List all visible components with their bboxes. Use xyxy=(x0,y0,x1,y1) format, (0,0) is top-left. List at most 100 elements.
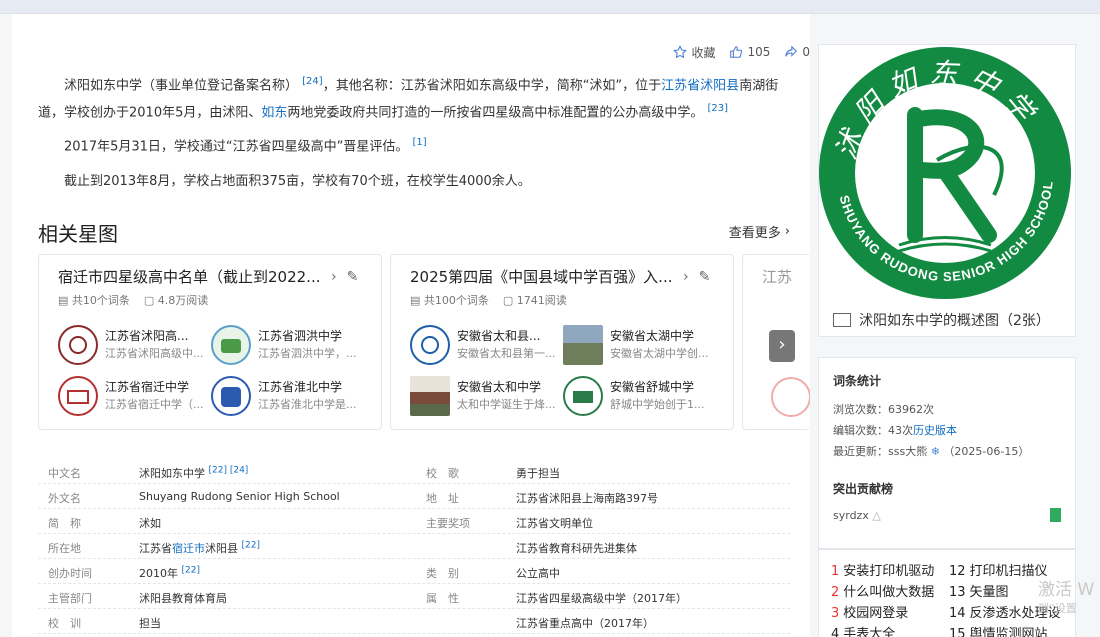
list-item[interactable]: 安徽省太湖中学 安徽省太湖中学创... xyxy=(563,325,713,365)
like-button[interactable]: 105 xyxy=(729,45,770,59)
image-icon xyxy=(833,313,851,327)
share-count: 0 xyxy=(802,45,810,59)
link-shuyang-county[interactable]: 江苏省沭阳县 xyxy=(661,78,739,93)
paragraph-evaluation: 2017年5月31日，学校通过“江苏省四星级高中”晋星评估。 [1] xyxy=(38,131,790,158)
activation-watermark: 激活 W xyxy=(1038,580,1095,600)
pic-label-text: 沭阳如东中学的概述图（2张） xyxy=(859,313,1050,329)
paragraph-stats: 截止到2013年8月，学校占地面积375亩，学校有70个班，在校学生4000余人… xyxy=(38,170,790,193)
like-count: 105 xyxy=(747,45,771,59)
citation-24[interactable]: [24] xyxy=(302,76,323,87)
collect-button[interactable]: 收藏 xyxy=(673,44,715,61)
last-updated: 最近更新：sss大熊 ❄ （2025-06-15） xyxy=(833,445,1030,458)
activation-watermark-sub: 到“设置 xyxy=(1038,602,1077,615)
info-value: 沭如 xyxy=(139,517,161,530)
star-map-card-3[interactable]: 江苏 › xyxy=(742,254,810,430)
item-desc: 舒城中学始创于1... xyxy=(610,398,705,411)
item-desc: 安徽省太湖中学创... xyxy=(610,347,709,360)
list-item[interactable]: 13 矢量图 xyxy=(949,581,1009,600)
card-meta: ▤ 共10个词条 ▢ 4.8万阅读 xyxy=(58,292,208,308)
item-desc: 江苏省淮北中学是... xyxy=(258,398,357,411)
item-name: 安徽省太和县... xyxy=(457,329,541,343)
citation[interactable]: [22] [24] xyxy=(209,465,249,475)
item-desc: 江苏省泗洪中学，... xyxy=(258,347,357,360)
overview-image-box[interactable]: 沭阳如东中学 SHUYANG RUDONG SENIOR HIGH SCHOOL… xyxy=(818,44,1076,337)
item-name: 江苏省淮北中学 xyxy=(258,380,343,394)
share-icon xyxy=(785,45,798,57)
intro-text-2: ，其他名称：江苏省沭阳如东高级中学，简称“沭如”，位于 xyxy=(322,78,662,94)
card-title[interactable]: 2025第四届《中国县域中学百强》入... xyxy=(410,266,672,287)
item-desc: 太和中学诞生于烽... xyxy=(457,398,556,411)
history-version-link[interactable]: 历史版本 xyxy=(913,424,957,437)
info-value: 沭阳如东中学 [22] [24] xyxy=(139,465,249,480)
school-logo-image[interactable]: 沭阳如东中学 SHUYANG RUDONG SENIOR HIGH SCHOOL xyxy=(819,45,1077,300)
item-desc: 江苏省宿迁中学（... xyxy=(105,398,204,411)
citation-23[interactable]: [23] xyxy=(708,103,729,114)
info-label: 地 址 xyxy=(426,492,459,505)
card-title[interactable]: 宿迁市四星级高中名单（截止到2022... xyxy=(58,266,320,287)
chevron-right-icon[interactable]: › xyxy=(331,269,337,285)
info-value: Shuyang Rudong Senior High School xyxy=(139,490,340,503)
contributor-name[interactable]: syrdzx △ xyxy=(833,509,881,522)
info-value: 2010年 [22] xyxy=(139,565,200,580)
school-logo xyxy=(58,376,98,416)
info-label: 主管部门 xyxy=(48,592,92,605)
list-item[interactable]: 12 打印机扫描仪 xyxy=(949,560,1048,579)
list-item[interactable]: 安徽省太和中学 太和中学诞生于烽... xyxy=(410,376,560,416)
view-count: 浏览次数：63962次 xyxy=(833,403,934,416)
star-map-card-1[interactable]: 宿迁市四星级高中名单（截止到2022... › ✎ ▤ 共10个词条 ▢ 4.8… xyxy=(38,254,382,430)
related-section-title: 相关星图 xyxy=(38,222,118,246)
collect-label: 收藏 xyxy=(691,45,716,60)
school-photo xyxy=(563,325,603,365)
info-value: 江苏省宿迁市沭阳县 [22] xyxy=(139,540,260,555)
list-item[interactable]: 江苏省淮北中学 江苏省淮北中学是... xyxy=(211,376,361,416)
list-item[interactable]: 2 什么叫做大数据 xyxy=(831,581,934,600)
list-item[interactable]: 15 舆情监测网站 xyxy=(949,623,1048,637)
info-label: 简 称 xyxy=(48,517,81,530)
link-education-bureau[interactable]: 沭阳县教育体育局 xyxy=(139,590,227,606)
info-label: 主要奖项 xyxy=(426,517,470,530)
warning-icon: △ xyxy=(872,509,881,522)
read-count: ▢ 1741阅读 xyxy=(502,294,567,307)
snowflake-icon: ❄ xyxy=(930,445,940,458)
school-logo xyxy=(771,377,810,417)
citation[interactable]: [22] xyxy=(242,540,260,550)
info-row: 校 训 担当 江苏省重点高中（2017年） xyxy=(38,610,790,634)
link-suqian[interactable]: 宿迁市 xyxy=(172,542,205,555)
info-value: 担当 xyxy=(139,617,161,630)
citation-1[interactable]: [1] xyxy=(413,137,427,148)
main-content: 收藏 105 0 沭阳如东中学（事业单位登记备案名称） [24]，其他名称：江苏… xyxy=(12,14,810,637)
info-row: 简 称 沭如 主要奖项 江苏省文明单位 xyxy=(38,510,790,534)
edit-icon[interactable]: ✎ xyxy=(699,269,711,285)
entry-count: ▤ 共100个词条 xyxy=(410,294,489,307)
list-item[interactable]: 3 校园网登录 xyxy=(831,602,908,621)
chevron-right-icon[interactable]: › xyxy=(683,269,689,285)
bookmark-icon[interactable] xyxy=(1050,508,1061,522)
sidebar: 沭阳如东中学 SHUYANG RUDONG SENIOR HIGH SCHOOL… xyxy=(818,14,1088,637)
school-logo xyxy=(211,325,251,365)
info-label: 属 性 xyxy=(426,592,459,605)
star-map-card-2[interactable]: 2025第四届《中国县域中学百强》入... › ✎ ▤ 共100个词条 ▢ 17… xyxy=(390,254,734,430)
card-title[interactable]: 江苏 xyxy=(762,266,792,287)
share-button[interactable]: 0 xyxy=(784,45,810,59)
list-item[interactable]: 安徽省舒城中学 舒城中学始创于1... xyxy=(563,376,713,416)
list-item[interactable]: 1 安装打印机驱动 xyxy=(831,560,934,579)
list-item[interactable]: 江苏省沭阳高... 江苏省沭阳高级中... xyxy=(58,325,208,365)
chevron-right-icon: › xyxy=(784,224,790,239)
carousel-next-button[interactable]: › xyxy=(769,330,795,362)
see-more-link[interactable]: 查看更多 › xyxy=(729,222,790,241)
list-item[interactable]: 4 手表大全 xyxy=(831,623,895,637)
list-item[interactable]: 江苏省泗洪中学 江苏省泗洪中学，... xyxy=(211,325,361,365)
info-label: 中文名 xyxy=(48,467,81,480)
item-name: 安徽省舒城中学 xyxy=(610,380,695,394)
item-desc: 江苏省沭阳高级中... xyxy=(105,347,204,360)
school-logo xyxy=(563,376,603,416)
edit-icon[interactable]: ✎ xyxy=(347,269,359,285)
intro-text-1: 沭阳如东中学（事业单位登记备案名称） xyxy=(64,78,299,94)
overview-image-label[interactable]: 沭阳如东中学的概述图（2张） xyxy=(833,310,1050,330)
citation[interactable]: [22] xyxy=(182,565,200,575)
item-name: 江苏省宿迁中学 xyxy=(105,380,190,394)
list-item[interactable]: 安徽省太和县... 安徽省太和县第一... xyxy=(410,325,560,365)
list-item[interactable]: 江苏省宿迁中学 江苏省宿迁中学（... xyxy=(58,376,208,416)
link-rudong[interactable]: 如东 xyxy=(261,106,287,121)
updater-name[interactable]: sss大熊 xyxy=(888,445,927,458)
